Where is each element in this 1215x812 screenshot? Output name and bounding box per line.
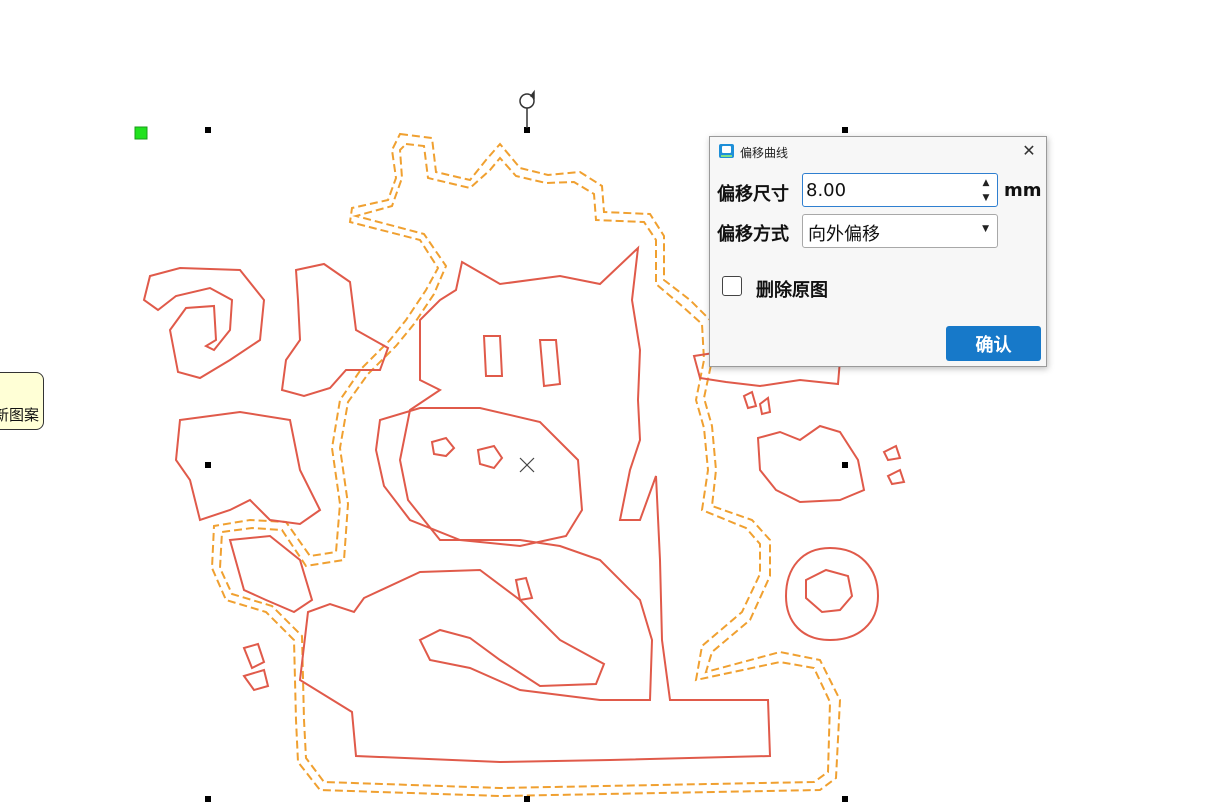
app-logo-icon [719,144,734,158]
offset-size-label: 偏移尺寸 [717,184,789,205]
original-curve-left-blob-2 [242,668,270,692]
offset-size-input[interactable] [805,176,974,204]
confirm-button[interactable]: 确认 [946,326,1041,361]
handle-middle-left [205,462,211,468]
dialog-title: 偏移曲线 [740,146,789,160]
unit-label: mm [1004,180,1042,201]
original-curve-small-marks [514,390,772,602]
spin-up-icon[interactable]: ▲ [979,176,993,190]
handle-bottom-right [842,796,848,802]
handle-top-left [205,127,211,133]
original-curve-right-heart [756,424,866,504]
handle-middle-right [842,462,848,468]
close-icon[interactable]: ✕ [1020,142,1038,160]
rotate-icon[interactable] [519,89,535,128]
pattern-tooltip-text: 新图案 [0,406,39,424]
original-curve-left-blob [242,642,266,670]
original-curve-main [298,245,772,764]
original-curve-eye-right [476,444,504,470]
handle-bottom-center [524,796,530,802]
offset-mode-value: 向外偏移 [808,224,880,245]
spin-down-icon[interactable]: ▼ [979,191,993,205]
center-cross-icon [519,457,535,473]
delete-original-label[interactable]: 删除原图 [756,276,828,302]
handle-bottom-left [205,796,211,802]
original-curve-left-char-3 [174,410,322,526]
original-curve-right-dots [882,444,906,486]
handle-top-right [842,127,848,133]
original-curve-nose-right [538,339,562,388]
pattern-tooltip: 新图案 [0,372,44,430]
offset-mode-label: 偏移方式 [717,224,789,245]
original-curve-left-char-4 [228,534,314,614]
canvas-drawing[interactable] [0,0,1215,812]
original-curve-right-circle-inner [805,568,854,614]
offset-size-spinbox[interactable]: ▲ ▼ [802,173,998,207]
original-curve-left-char-1 [142,266,266,380]
original-curve-right-circle-outer [784,546,880,642]
offset-curve-dialog: 偏移曲线 ✕ 偏移尺寸 ▲ ▼ mm 偏移方式 向外偏移 ▼ 删除原图 确认 [709,136,1047,367]
delete-original-checkbox[interactable] [722,276,742,296]
offset-mode-select[interactable]: 向外偏移 ▼ [802,214,998,248]
original-curve-nose-left [482,335,504,377]
anchor-point[interactable] [134,126,148,140]
original-curve-eye-left [430,436,456,458]
design-canvas[interactable] [0,0,1215,812]
original-curve-left-char-2 [280,262,390,398]
dialog-titlebar[interactable]: 偏移曲线 ✕ [710,137,1046,165]
chevron-down-icon: ▼ [982,224,989,234]
